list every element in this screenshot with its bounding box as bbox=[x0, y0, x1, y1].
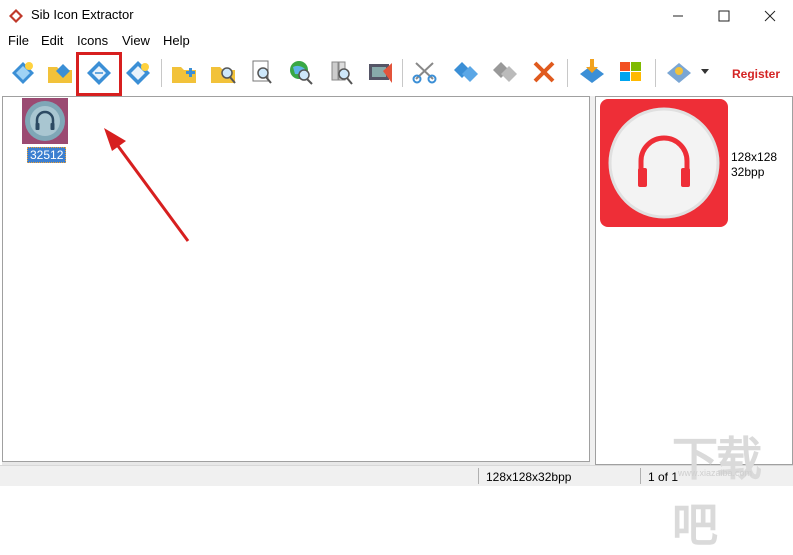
watermark-logo: 下载吧 bbox=[672, 432, 762, 552]
headphones-icon bbox=[608, 107, 720, 219]
preview-image bbox=[600, 99, 728, 227]
status-separator bbox=[640, 468, 641, 484]
preview-depth: 32bpp bbox=[731, 165, 765, 179]
status-separator bbox=[478, 468, 479, 484]
preview-size: 128x128 bbox=[731, 150, 778, 164]
status-format: 128x128x32bpp bbox=[486, 470, 572, 484]
watermark-url: www.xiazaiba.com bbox=[678, 468, 753, 478]
